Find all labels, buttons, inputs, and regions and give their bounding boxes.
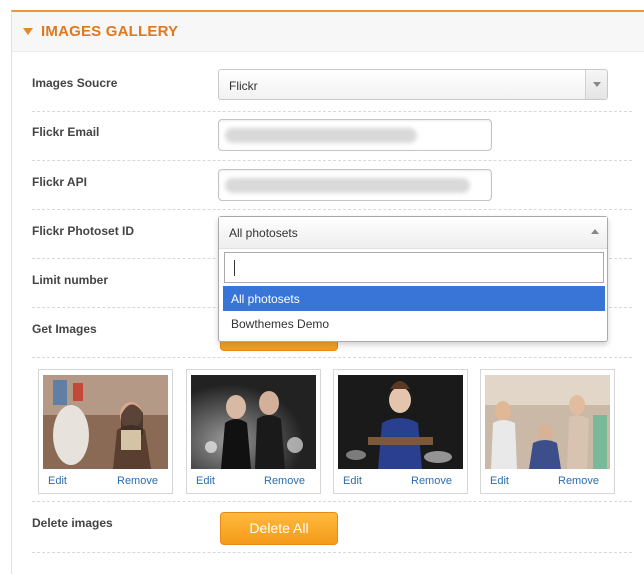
get-images-label: Get Images [32, 322, 97, 336]
flickr-email-label: Flickr Email [32, 125, 100, 139]
gallery-thumb: Edit Remove [480, 369, 615, 494]
limit-number-label: Limit number [32, 273, 109, 287]
photoset-option-bowthemes-demo[interactable]: Bowthemes Demo [223, 311, 605, 336]
gallery-remove-link[interactable]: Remove [117, 475, 158, 487]
photoset-select[interactable]: All photosets [219, 217, 607, 249]
panel-title: IMAGES GALLERY [41, 23, 179, 40]
photoset-selected-value: All photosets [229, 226, 298, 240]
flickr-email-field[interactable] [218, 119, 492, 151]
gallery-edit-link[interactable]: Edit [343, 475, 362, 487]
flickr-api-field[interactable] [218, 169, 492, 201]
gallery-photo [191, 375, 316, 469]
gallery-thumb: Edit Remove [333, 369, 468, 494]
gallery-photo [338, 375, 463, 469]
gallery-thumb: Edit Remove [186, 369, 321, 494]
gallery-thumb: Edit Remove [38, 369, 173, 494]
delete-all-button[interactable]: Delete All [220, 512, 338, 545]
row-divider [32, 111, 632, 112]
row-divider [32, 209, 632, 210]
obscured-value [225, 178, 470, 193]
gallery-edit-link[interactable]: Edit [490, 475, 509, 487]
row-divider [32, 552, 632, 553]
gallery-remove-link[interactable]: Remove [264, 475, 305, 487]
gallery-photo [43, 375, 168, 469]
flickr-photoset-label: Flickr Photoset ID [32, 224, 135, 238]
gallery-edit-link[interactable]: Edit [48, 475, 67, 487]
text-cursor [234, 260, 235, 276]
row-divider [32, 501, 632, 502]
gallery-remove-link[interactable]: Remove [558, 475, 599, 487]
panel-header[interactable]: IMAGES GALLERY [12, 12, 644, 52]
delete-images-label: Delete images [32, 516, 113, 530]
chevron-down-icon[interactable] [585, 70, 607, 99]
chevron-up-icon[interactable] [591, 229, 599, 234]
photoset-dropdown[interactable]: All photosets All photosets Bowthemes De… [218, 216, 608, 342]
images-source-label: Images Soucre [32, 76, 118, 90]
collapse-caret-icon[interactable] [23, 28, 33, 35]
obscured-value [225, 128, 417, 143]
row-divider [32, 357, 632, 358]
gallery-photo [485, 375, 610, 469]
photoset-option-all[interactable]: All photosets [223, 286, 605, 311]
flickr-api-label: Flickr API [32, 175, 87, 189]
images-source-select[interactable]: Flickr [218, 69, 608, 100]
gallery-edit-link[interactable]: Edit [196, 475, 215, 487]
images-source-value: Flickr [229, 79, 258, 93]
gallery-remove-link[interactable]: Remove [411, 475, 452, 487]
row-divider [32, 160, 632, 161]
photoset-search-input[interactable] [224, 252, 604, 283]
